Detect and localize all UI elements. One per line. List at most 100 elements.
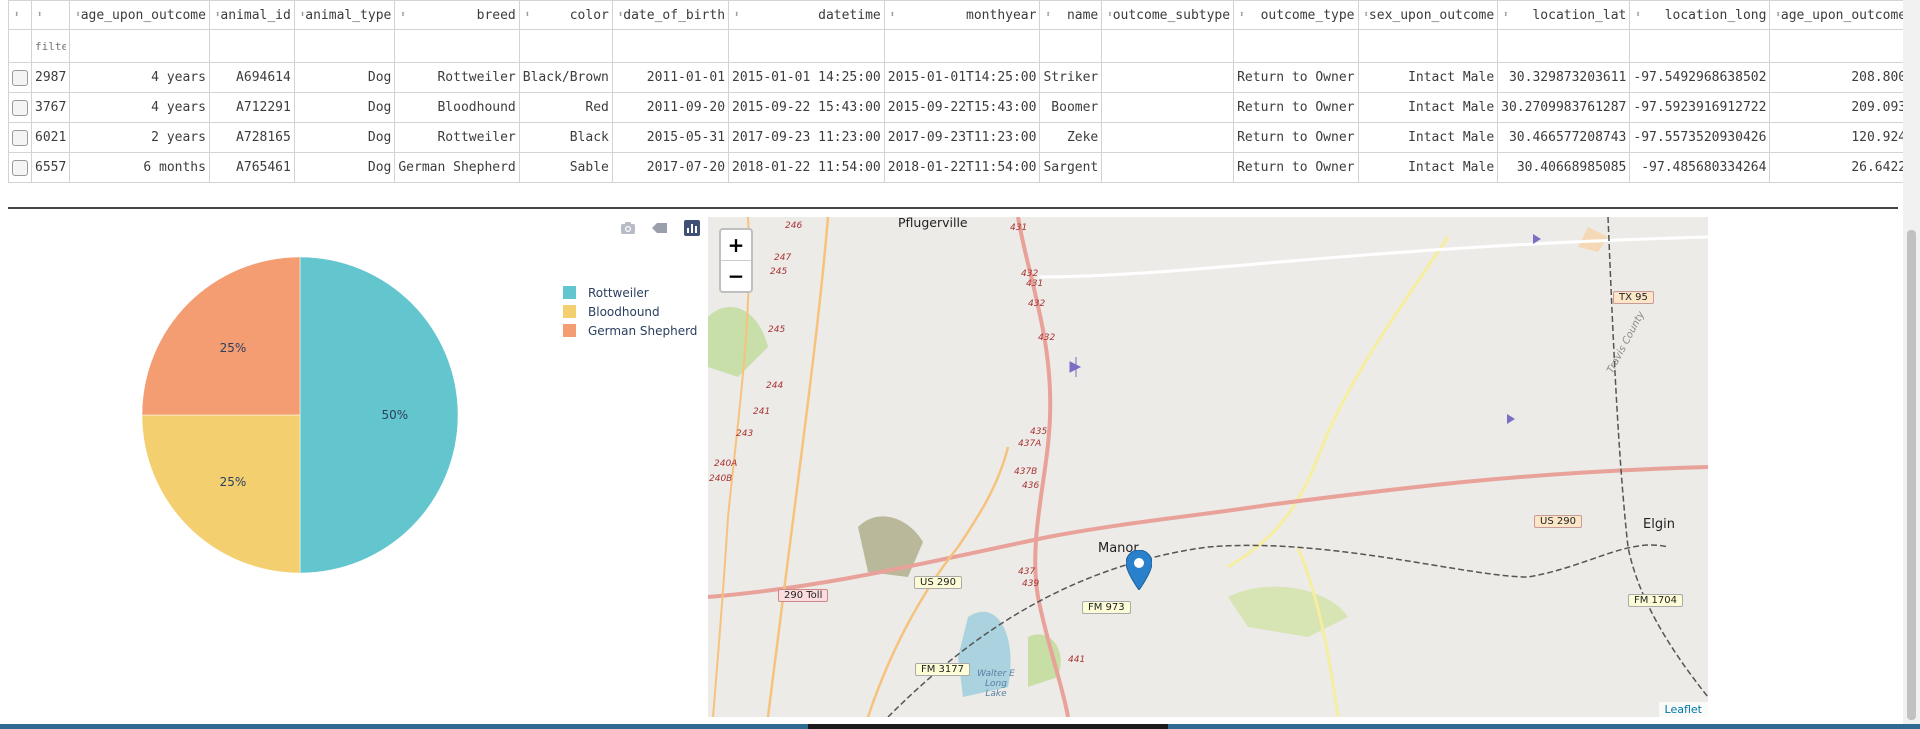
filter-cell[interactable]	[518, 29, 613, 63]
table-cell: Striker	[1039, 62, 1103, 93]
sort-icon[interactable]: ⬍	[1633, 10, 1640, 20]
sort-icon[interactable]: ⬍	[73, 10, 80, 20]
filter-input[interactable]	[35, 39, 67, 53]
table-cell: 30.40668985085	[1497, 152, 1631, 183]
legend-item[interactable]: Bloodhound	[563, 302, 697, 321]
pie-slice[interactable]	[141, 414, 301, 574]
map-view[interactable]: Pflugerville Manor Elgin Walter E Long L…	[708, 217, 1708, 717]
plotly-logo-icon[interactable]	[684, 220, 700, 236]
road-number: 240B	[709, 474, 733, 484]
zoom-out-button[interactable]: −	[721, 261, 751, 291]
column-header-label: outcome_subtype	[1112, 7, 1231, 23]
sort-icon[interactable]: ⬍	[1043, 10, 1050, 20]
row-checkbox[interactable]	[12, 99, 28, 116]
table-cell: 2017-07-20	[611, 152, 730, 183]
column-header-label: sex_upon_outcome	[1368, 7, 1495, 23]
row-select-cell	[8, 152, 32, 183]
road-number: 245	[770, 267, 788, 277]
filter-cell[interactable]	[1101, 29, 1235, 63]
sort-icon[interactable]: ⬍	[1237, 10, 1244, 20]
column-header[interactable]: ⬍ outcome_subtype	[1101, 0, 1235, 30]
scrollbar-thumb[interactable]	[1907, 230, 1916, 720]
filter-cell[interactable]	[611, 29, 730, 63]
map-marker-icon[interactable]	[1126, 550, 1152, 590]
sort-icon[interactable]: ⬍	[35, 10, 42, 20]
pie-slice[interactable]	[299, 256, 459, 574]
filter-cell[interactable]	[293, 29, 396, 63]
row-checkbox[interactable]	[12, 69, 28, 86]
road-number: 436	[1022, 481, 1040, 491]
column-header[interactable]: ⬍ animal_id	[208, 0, 295, 30]
sort-icon[interactable]: ⬍	[616, 10, 623, 20]
sort-icon[interactable]: ⬍	[1105, 10, 1112, 20]
table-cell: Rottweiler	[394, 122, 520, 153]
table-cell: Boomer	[1039, 92, 1103, 123]
road-number: 432	[1021, 269, 1039, 279]
index-column-header: ⬍	[30, 0, 71, 30]
pie-slice-label: 50%	[381, 408, 408, 422]
column-header[interactable]: ⬍age_upon_outcome_in_weeks	[1769, 0, 1920, 30]
row-checkbox[interactable]	[12, 159, 28, 176]
table-row[interactable]: 3767 4 years A712291 Dog Bloodhound Red 2011-…	[8, 92, 1920, 123]
column-header[interactable]: ⬍ monthyear	[883, 0, 1041, 30]
road-number: 243	[736, 429, 754, 439]
filter-cell[interactable]	[208, 29, 295, 63]
filter-cell	[30, 29, 71, 63]
column-header[interactable]: ⬍ breed	[394, 0, 520, 30]
vertical-scrollbar[interactable]	[1903, 0, 1920, 729]
camera-icon[interactable]	[620, 221, 636, 235]
sort-icon[interactable]: ⬍	[888, 10, 895, 20]
pie-slice[interactable]	[141, 256, 301, 416]
column-header[interactable]: ⬍ name	[1039, 0, 1103, 30]
place-label: Pflugerville	[898, 217, 968, 230]
filter-cell[interactable]	[394, 29, 520, 63]
table-row[interactable]: 2987 4 years A694614 Dog Rottweiler Black/Br…	[8, 62, 1920, 93]
table-cell: -97.5492968638502	[1629, 62, 1771, 93]
zoom-in-button[interactable]: +	[721, 230, 751, 261]
column-header[interactable]: ⬍ outcome_type	[1233, 0, 1359, 30]
table-cell: -97.5573520930426	[1629, 122, 1771, 153]
legend-item[interactable]: German Shepherd	[563, 321, 697, 340]
table-cell: 2017-09-23 11:23:00	[728, 122, 885, 153]
table-cell: 26.6422619047619	[1769, 152, 1920, 183]
legend-item[interactable]: Rottweiler	[563, 283, 697, 302]
column-header[interactable]: ⬍ age_upon_outcome	[69, 0, 210, 30]
column-header[interactable]: ⬍ location_long	[1629, 0, 1771, 30]
pie-slice-label: 25%	[220, 341, 247, 355]
sort-icon[interactable]: ⬍	[1773, 10, 1780, 20]
sort-icon[interactable]: ⬍	[523, 10, 530, 20]
sort-icon[interactable]: ⬍	[732, 10, 739, 20]
column-header[interactable]: ⬍ animal_type	[293, 0, 396, 30]
row-index-cell: 3767	[30, 92, 71, 123]
sort-icon[interactable]: ⬍	[298, 10, 305, 20]
filter-cell[interactable]	[1769, 29, 1920, 63]
filter-cell[interactable]	[1039, 29, 1103, 63]
filter-cell[interactable]	[1629, 29, 1771, 63]
column-header[interactable]: ⬍ datetime	[728, 0, 885, 30]
sort-icon[interactable]: ⬍	[12, 10, 19, 20]
filter-cell[interactable]	[728, 29, 885, 63]
filter-cell[interactable]	[69, 29, 210, 63]
table-row[interactable]: 6021 2 years A728165 Dog Rottweiler Black 201…	[8, 122, 1920, 153]
sort-icon[interactable]: ⬍	[213, 10, 220, 20]
column-header[interactable]: ⬍ date_of_birth	[611, 0, 730, 30]
column-header[interactable]: ⬍ color	[518, 0, 613, 30]
sort-icon[interactable]: ⬍	[1501, 10, 1508, 20]
row-select-cell	[8, 62, 32, 93]
row-checkbox[interactable]	[12, 129, 28, 146]
tag-icon[interactable]	[652, 222, 668, 234]
table-row[interactable]: 6557 6 months A765461 Dog German Shepherd Sa…	[8, 152, 1920, 183]
filter-cell[interactable]	[883, 29, 1041, 63]
filter-cell[interactable]	[1233, 29, 1359, 63]
filter-cell[interactable]	[1497, 29, 1631, 63]
sort-icon[interactable]: ⬍	[398, 10, 405, 20]
map-attribution[interactable]: Leaflet	[1658, 702, 1708, 717]
table-cell: 2018-01-22T11:54:00	[883, 152, 1041, 183]
column-header[interactable]: ⬍ sex_upon_outcome	[1357, 0, 1499, 30]
legend-swatch	[563, 286, 576, 299]
filter-cell[interactable]	[1357, 29, 1499, 63]
sort-icon[interactable]: ⬍	[1362, 10, 1369, 20]
column-header[interactable]: ⬍ location_lat	[1497, 0, 1631, 30]
table-cell: 2 years	[69, 122, 210, 153]
table-cell: Intact Male	[1357, 92, 1499, 123]
